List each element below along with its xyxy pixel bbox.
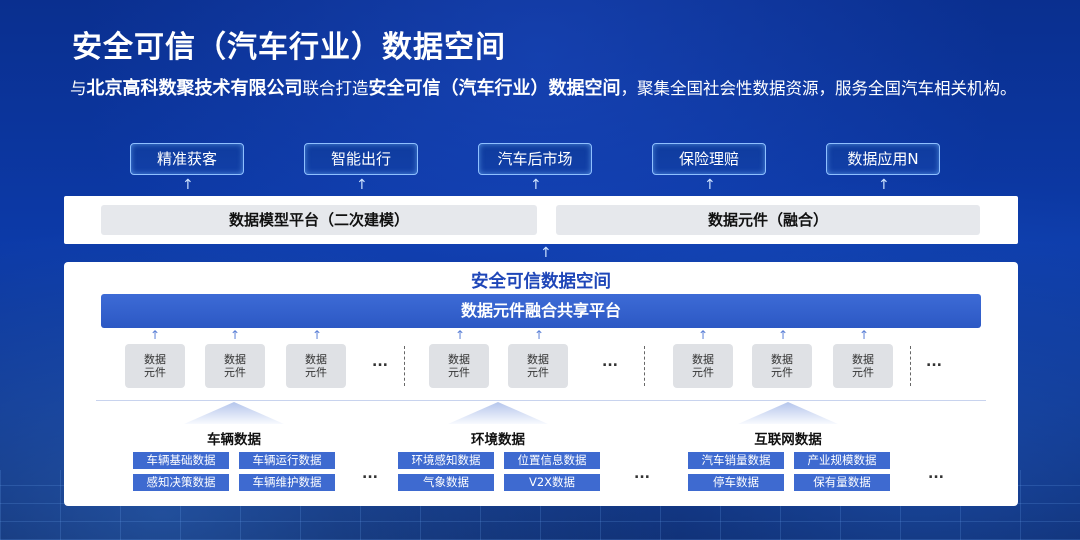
ellipsis: ... [362, 466, 378, 482]
arrow-up-icon: ↑ [778, 328, 789, 342]
data-space-panel: 安全可信数据空间 数据元件融合共享平台 ↑ ↑ ↑ 数据 元件 数据 元件 数据 元件… [64, 262, 1018, 506]
page-title: 安全可信（汽车行业）数据空间 [72, 30, 506, 65]
intro-part-3: ，聚集全国社会性数据资源，服务全国汽车相关机构。 [620, 79, 1017, 98]
upward-fan-arrow [448, 402, 548, 424]
app-aftermarket: 汽车后市场 [478, 143, 592, 175]
arrow-up-icon: ↑ [150, 328, 161, 342]
arrow-up-icon: ↑ [859, 328, 870, 342]
source-perception-decision: 感知决策数据 [133, 474, 229, 491]
data-element-card: 数据 元件 [508, 344, 568, 388]
data-element-card: 数据 元件 [673, 344, 733, 388]
app-insurance-claims: 保险理赔 [652, 143, 766, 175]
ellipsis: ... [928, 466, 944, 482]
source-industry-scale: 产业规模数据 [794, 452, 890, 469]
group-separator [404, 346, 405, 386]
data-space-title: 安全可信数据空间 [471, 272, 611, 292]
source-vehicle-ownership: 保有量数据 [794, 474, 890, 491]
app-smart-travel: 智能出行 [304, 143, 418, 175]
category-vehicle-data: 车辆数据 [207, 432, 261, 448]
arrow-up-icon: ↑ [698, 328, 709, 342]
arrow-up-icon: ↑ [455, 328, 466, 342]
app-precision-marketing: 精准获客 [130, 143, 244, 175]
data-element-card: 数据 元件 [205, 344, 265, 388]
data-element-card: 数据 元件 [752, 344, 812, 388]
category-environment-data: 环境数据 [471, 432, 525, 448]
arrow-up-icon: ↑ [312, 328, 323, 342]
data-element-card: 数据 元件 [429, 344, 489, 388]
ellipsis: ... [602, 354, 618, 370]
intro-part-1: 与 [70, 79, 87, 98]
source-v2x: V2X数据 [504, 474, 600, 491]
data-model-platform: 数据模型平台（二次建模） [101, 205, 537, 235]
source-vehicle-operation: 车辆运行数据 [239, 452, 335, 469]
ellipsis: ... [926, 354, 942, 370]
source-weather: 气象数据 [398, 474, 494, 491]
intro-space-name: 安全可信（汽车行业）数据空间 [368, 78, 621, 99]
source-vehicle-basic: 车辆基础数据 [133, 452, 229, 469]
ellipsis: ... [634, 466, 650, 482]
source-car-sales: 汽车销量数据 [688, 452, 784, 469]
data-element-card: 数据 元件 [833, 344, 893, 388]
data-element-card: 数据 元件 [286, 344, 346, 388]
intro-part-2: 联合打造 [302, 79, 369, 98]
app-data-application-n: 数据应用N [826, 143, 940, 175]
category-internet-data: 互联网数据 [754, 432, 822, 448]
model-layer-panel: 数据模型平台（二次建模） 数据元件（融合） [64, 196, 1018, 244]
data-element-card: 数据 元件 [125, 344, 185, 388]
upward-fan-arrow [738, 402, 838, 424]
source-parking: 停车数据 [688, 474, 784, 491]
upward-fan-arrow [184, 402, 284, 424]
arrow-up-icon: ↑ [534, 328, 545, 342]
source-vehicle-maintenance: 车辆维护数据 [239, 474, 335, 491]
ellipsis: ... [372, 354, 388, 370]
arrow-up-icon: ↑ [230, 328, 241, 342]
source-environment-perception: 环境感知数据 [398, 452, 494, 469]
application-row: 精准获客 智能出行 汽车后市场 保险理赔 数据应用N [0, 143, 1080, 177]
layer-divider [96, 400, 986, 401]
sharing-platform-bar: 数据元件融合共享平台 [101, 294, 981, 328]
group-separator [644, 346, 645, 386]
intro-company: 北京高科数聚技术有限公司 [86, 78, 303, 99]
source-location-info: 位置信息数据 [504, 452, 600, 469]
intro-text: 与北京高科数聚技术有限公司联合打造安全可信（汽车行业）数据空间，聚集全国社会性数… [70, 76, 1030, 102]
data-element-fusion: 数据元件（融合） [556, 205, 980, 235]
group-separator [910, 346, 911, 386]
